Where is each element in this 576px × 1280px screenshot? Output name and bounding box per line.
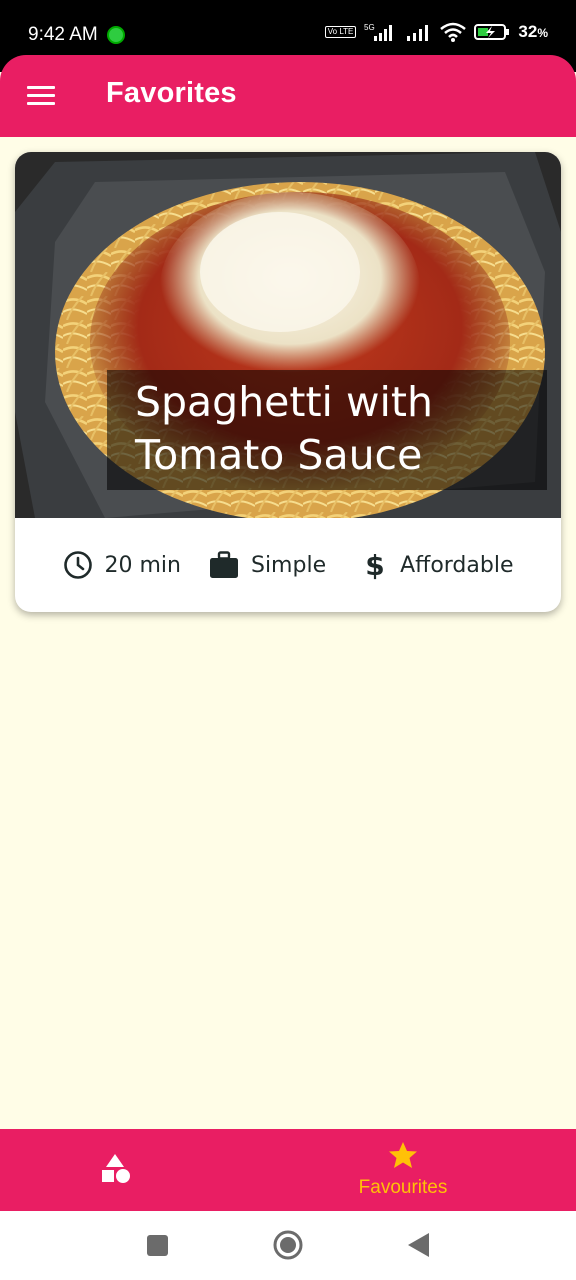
- duration-label: 20 min: [104, 552, 181, 578]
- back-button[interactable]: [408, 1233, 430, 1261]
- back-triangle-icon: [408, 1233, 429, 1257]
- battery-unit: %: [537, 26, 548, 40]
- meal-title-overlay: Spaghetti with Tomato Sauce: [107, 370, 547, 490]
- system-navigation: [0, 1211, 576, 1280]
- svg-text:$: $: [365, 550, 384, 580]
- affordability-label: Affordable: [400, 552, 514, 578]
- meal-meta: 20 min Simple $ Affordable: [15, 518, 561, 612]
- briefcase-icon: [209, 551, 238, 578]
- dollar-icon: $: [365, 550, 384, 580]
- volte-icon: Vo LTE: [324, 26, 357, 38]
- signal-2-icon: [407, 25, 429, 41]
- notification-icon: [107, 26, 125, 44]
- recents-button[interactable]: [147, 1235, 168, 1260]
- menu-icon[interactable]: [27, 86, 55, 106]
- nav-favourites[interactable]: Favourites: [330, 1141, 476, 1203]
- circle-icon: [273, 1230, 303, 1260]
- svg-text:5G: 5G: [364, 23, 375, 32]
- square-icon: [147, 1235, 168, 1256]
- home-button[interactable]: [273, 1230, 303, 1264]
- nav-categories[interactable]: [100, 1153, 132, 1185]
- nav-favourites-label: Favourites: [358, 1177, 448, 1198]
- complexity-label: Simple: [250, 552, 327, 578]
- wifi-icon: [440, 22, 467, 42]
- duration-info: 20 min: [63, 550, 181, 580]
- status-time: 9:42 AM: [28, 24, 98, 45]
- page-title: Favorites: [106, 77, 237, 109]
- category-icon: [102, 1154, 130, 1183]
- meal-title: Spaghetti with Tomato Sauce: [135, 378, 433, 479]
- status-icons: Vo LTE 5G 32%: [324, 22, 548, 42]
- meal-card[interactable]: Spaghetti with Tomato Sauce 20 min Simpl…: [15, 152, 561, 612]
- affordability-info: $ Affordable: [362, 550, 513, 580]
- clock-icon: [63, 551, 92, 579]
- battery-percent: 32: [518, 22, 538, 41]
- battery-icon: [474, 24, 510, 40]
- star-icon: [389, 1142, 417, 1168]
- bottom-navigation: Favourites: [0, 1129, 576, 1211]
- app-bar: Favorites: [0, 55, 576, 137]
- complexity-info: Simple: [209, 551, 326, 579]
- signal-icon: 5G: [364, 23, 393, 41]
